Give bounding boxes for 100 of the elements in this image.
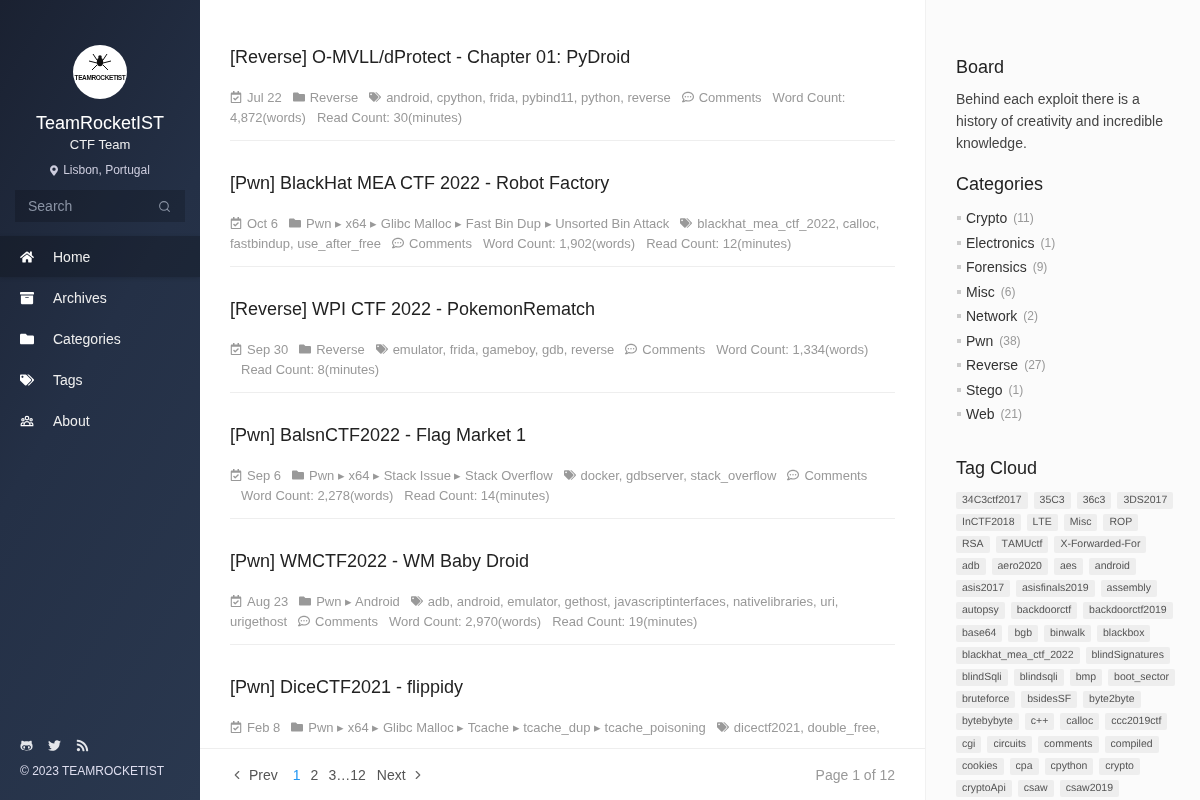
tag-link[interactable]: 34C3ctf2017 bbox=[956, 491, 1028, 509]
word-count-label: Word Count: bbox=[241, 488, 314, 503]
category-link[interactable]: Pwn bbox=[966, 332, 994, 349]
site-title: TeamRocketIST bbox=[35, 112, 164, 134]
post-title-link[interactable]: [Pwn] WMCTF2022 - WM Baby Droid bbox=[230, 548, 530, 574]
folder-icon bbox=[289, 217, 302, 229]
tag-link[interactable]: android bbox=[1088, 558, 1136, 576]
tag-link[interactable]: blackbox bbox=[1097, 624, 1151, 642]
tag-link[interactable]: csaw2019 bbox=[1059, 779, 1119, 797]
tag-link[interactable]: circuits bbox=[987, 735, 1033, 753]
tag-link[interactable]: csaw bbox=[1017, 779, 1054, 797]
tag-link[interactable]: TAMUctf bbox=[995, 535, 1049, 553]
speech-bubble-icon bbox=[392, 237, 405, 249]
word-count-label: Word Count: bbox=[772, 90, 846, 105]
post-date: Jul 22 bbox=[247, 90, 282, 105]
nav-link[interactable]: About bbox=[0, 400, 200, 441]
category-link[interactable]: Network bbox=[966, 308, 1018, 325]
tag-link[interactable]: backdoorctf2019 bbox=[1083, 602, 1173, 620]
category-count: (9) bbox=[1032, 260, 1048, 275]
tag-link[interactable]: asisfinals2019 bbox=[1016, 580, 1095, 598]
read-count: Read Count: 19(minutes) bbox=[552, 614, 698, 629]
tag-link[interactable]: ROP bbox=[1103, 513, 1139, 531]
tag-link[interactable]: cpa bbox=[1009, 757, 1039, 775]
tag-link[interactable]: compiled bbox=[1104, 735, 1159, 753]
tag-link[interactable]: ccc2019ctf bbox=[1105, 713, 1168, 731]
calendar-check-icon bbox=[230, 217, 242, 229]
nav-link[interactable]: Archives bbox=[0, 277, 200, 318]
tag-link[interactable]: calloc bbox=[1060, 713, 1100, 731]
post-title-link[interactable]: [Pwn] BalsnCTF2022 - Flag Market 1 bbox=[230, 422, 527, 448]
category-link[interactable]: Web bbox=[966, 406, 995, 423]
post-title-link[interactable]: [Pwn] BlackHat MEA CTF 2022 - Robot Factory bbox=[230, 170, 610, 196]
tag-link[interactable]: aes bbox=[1053, 558, 1083, 576]
tag-link[interactable]: base64 bbox=[956, 624, 1003, 642]
categories-heading: Categories bbox=[956, 173, 1045, 195]
tag-link[interactable]: 3DS2017 bbox=[1117, 491, 1174, 509]
nav-link[interactable]: Tags bbox=[0, 359, 200, 400]
tag-link[interactable]: boot_sector bbox=[1108, 669, 1175, 686]
cat-face-icon[interactable] bbox=[20, 739, 33, 752]
post-title-link[interactable]: [Reverse] WPI CTF 2022 - PokemonRematch bbox=[230, 296, 596, 322]
tag-link[interactable]: Misc bbox=[1063, 513, 1098, 531]
next-link[interactable]: Next bbox=[376, 766, 425, 783]
search-icon[interactable] bbox=[158, 200, 171, 213]
tag-link[interactable]: InCTF2018 bbox=[956, 513, 1021, 531]
tag-link[interactable]: backdoorctf bbox=[1010, 602, 1078, 620]
tag-link[interactable]: blindSqli bbox=[956, 669, 1008, 686]
category-link[interactable]: Crypto bbox=[966, 210, 1008, 227]
tag-link[interactable]: cpython bbox=[1044, 757, 1094, 775]
prev-link[interactable]: Prev bbox=[230, 766, 278, 783]
tag-link[interactable]: crypto bbox=[1099, 757, 1140, 775]
tag-link[interactable]: bytebybyte bbox=[956, 713, 1019, 731]
tag-link[interactable]: cookies bbox=[956, 757, 1004, 775]
tag-link[interactable]: c++ bbox=[1024, 713, 1055, 731]
tag-link[interactable]: comments bbox=[1038, 735, 1099, 753]
calendar-check-icon bbox=[230, 91, 242, 103]
tag-link[interactable]: cryptoApi bbox=[956, 779, 1012, 797]
bird-icon[interactable] bbox=[48, 739, 61, 752]
page-number-link[interactable]: 12 bbox=[350, 766, 366, 783]
category-link[interactable]: Electronics bbox=[966, 234, 1035, 251]
board-heading: Board bbox=[956, 56, 1006, 78]
tag-link[interactable]: 36c3 bbox=[1076, 491, 1112, 509]
category-link[interactable]: Reverse bbox=[966, 357, 1019, 374]
tag-link[interactable]: bruteforce bbox=[956, 691, 1016, 709]
tag-link[interactable]: blindsqli bbox=[1013, 669, 1064, 686]
tag-link[interactable]: assembly bbox=[1100, 580, 1157, 598]
category-link[interactable]: Stego bbox=[966, 381, 1003, 398]
tag-link[interactable]: byte2byte bbox=[1083, 691, 1141, 709]
tag-link[interactable]: adb bbox=[956, 558, 986, 576]
tag-link[interactable]: blackhat_mea_ctf_2022 bbox=[956, 646, 1080, 664]
page-number-link[interactable]: 2 bbox=[310, 766, 319, 783]
word-count-value: 1,902(words) bbox=[559, 236, 636, 251]
tag-link[interactable]: asis2017 bbox=[956, 580, 1011, 598]
tag-link[interactable]: aero2020 bbox=[991, 558, 1048, 576]
tag-link[interactable]: bsidesSF bbox=[1021, 691, 1078, 709]
word-count-label: Word Count: bbox=[716, 342, 789, 357]
word-count-value: 2,278(words) bbox=[317, 488, 394, 503]
tag-link[interactable]: RSA bbox=[956, 535, 990, 553]
category-link[interactable]: Forensics bbox=[966, 259, 1027, 276]
word-count-label: Word Count: bbox=[388, 614, 462, 629]
category-count: (27) bbox=[1024, 358, 1046, 373]
category-link[interactable]: Misc bbox=[966, 283, 995, 300]
site-subtitle: CTF Team bbox=[69, 137, 131, 153]
read-count: Read Count: 8(minutes) bbox=[241, 362, 379, 377]
location-text: Lisbon, Portugal bbox=[63, 162, 150, 178]
folder-icon bbox=[292, 469, 304, 481]
page-number-link[interactable]: 3 bbox=[328, 766, 337, 783]
tag-link[interactable]: cgi bbox=[956, 735, 982, 753]
post-title-link[interactable]: [Reverse] O-MVLL/dProtect - Chapter 01: PyDroid bbox=[230, 44, 631, 70]
tag-link[interactable]: 35C3 bbox=[1033, 491, 1071, 509]
tag-link[interactable]: X-Forwarded-For bbox=[1054, 535, 1147, 553]
nav-link[interactable]: Home bbox=[0, 236, 200, 277]
tag-link[interactable]: bgb bbox=[1008, 624, 1038, 642]
tag-link[interactable]: bmp bbox=[1069, 669, 1103, 686]
tag-link[interactable]: binwalk bbox=[1044, 624, 1091, 642]
post-title-link[interactable]: [Pwn] DiceCTF2021 - flippidy bbox=[230, 674, 464, 700]
nav-link[interactable]: Categories bbox=[0, 318, 200, 359]
tag-link[interactable]: autopsy bbox=[956, 602, 1005, 620]
tag-link[interactable]: blindSignatures bbox=[1085, 646, 1170, 664]
rss-icon[interactable] bbox=[76, 739, 89, 752]
folder-icon bbox=[299, 595, 312, 607]
tag-link[interactable]: LTE bbox=[1026, 513, 1058, 531]
